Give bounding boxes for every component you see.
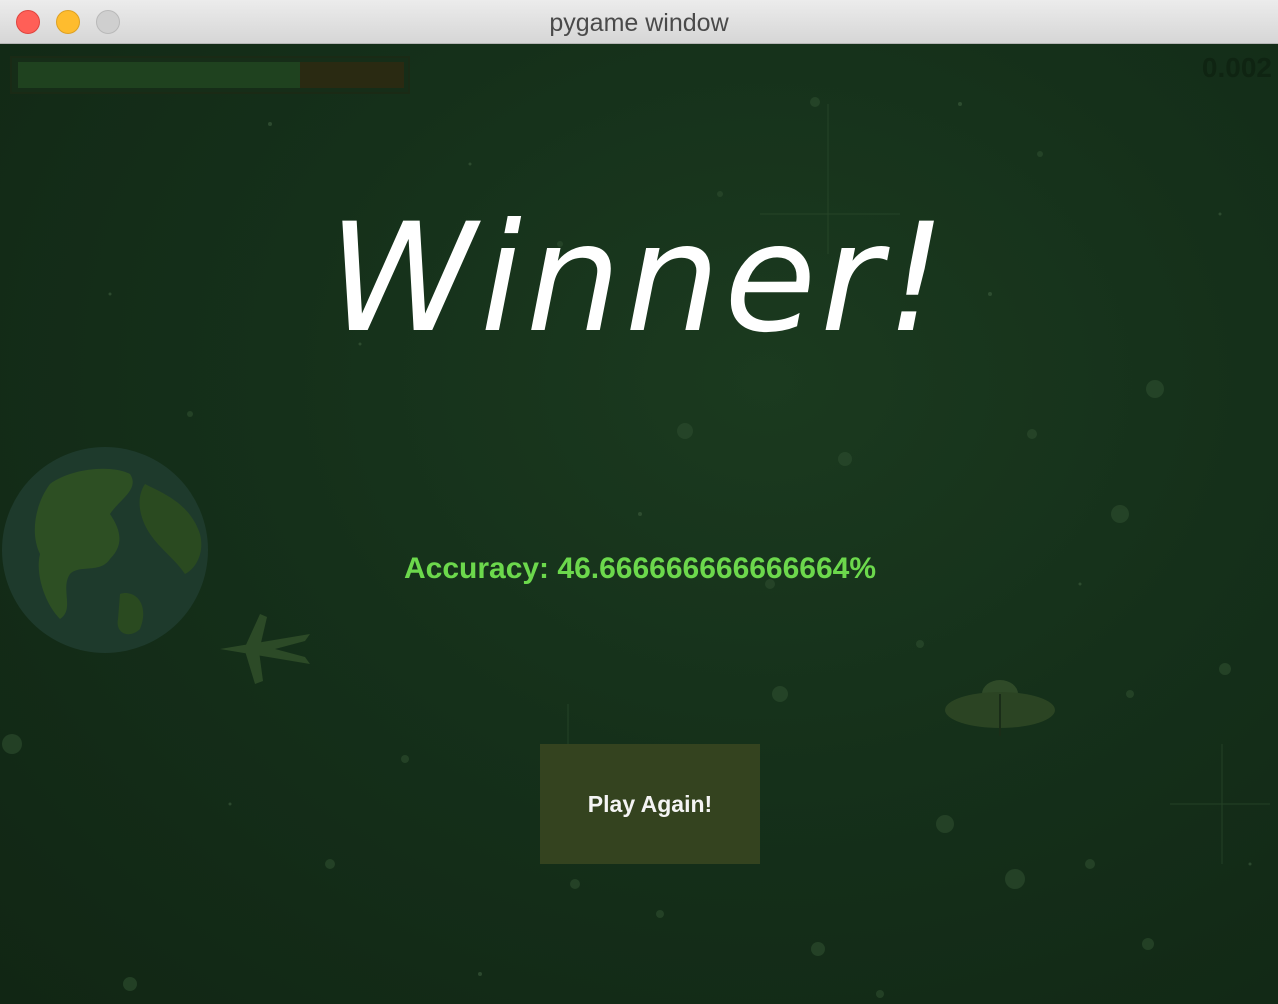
health-bar xyxy=(10,56,410,94)
app-window: pygame window 0.002 Winner! Accuracy: 46… xyxy=(0,0,1278,1004)
accuracy-readout: Accuracy: 46.666666666666664% xyxy=(403,552,877,585)
health-bar-track xyxy=(18,62,404,88)
health-bar-fill xyxy=(18,62,300,88)
score-counter: 0.002 xyxy=(1201,52,1272,83)
window-title: pygame window xyxy=(549,9,729,37)
title-bar: pygame window xyxy=(0,0,1278,44)
play-again-button[interactable]: Play Again! xyxy=(540,744,760,864)
game-canvas: 0.002 Winner! Accuracy: 46.6666666666666… xyxy=(0,44,1278,1004)
winner-heading: Winner! xyxy=(327,192,951,366)
ufo-icon xyxy=(945,680,1055,736)
fighter-jet-icon xyxy=(220,614,310,684)
